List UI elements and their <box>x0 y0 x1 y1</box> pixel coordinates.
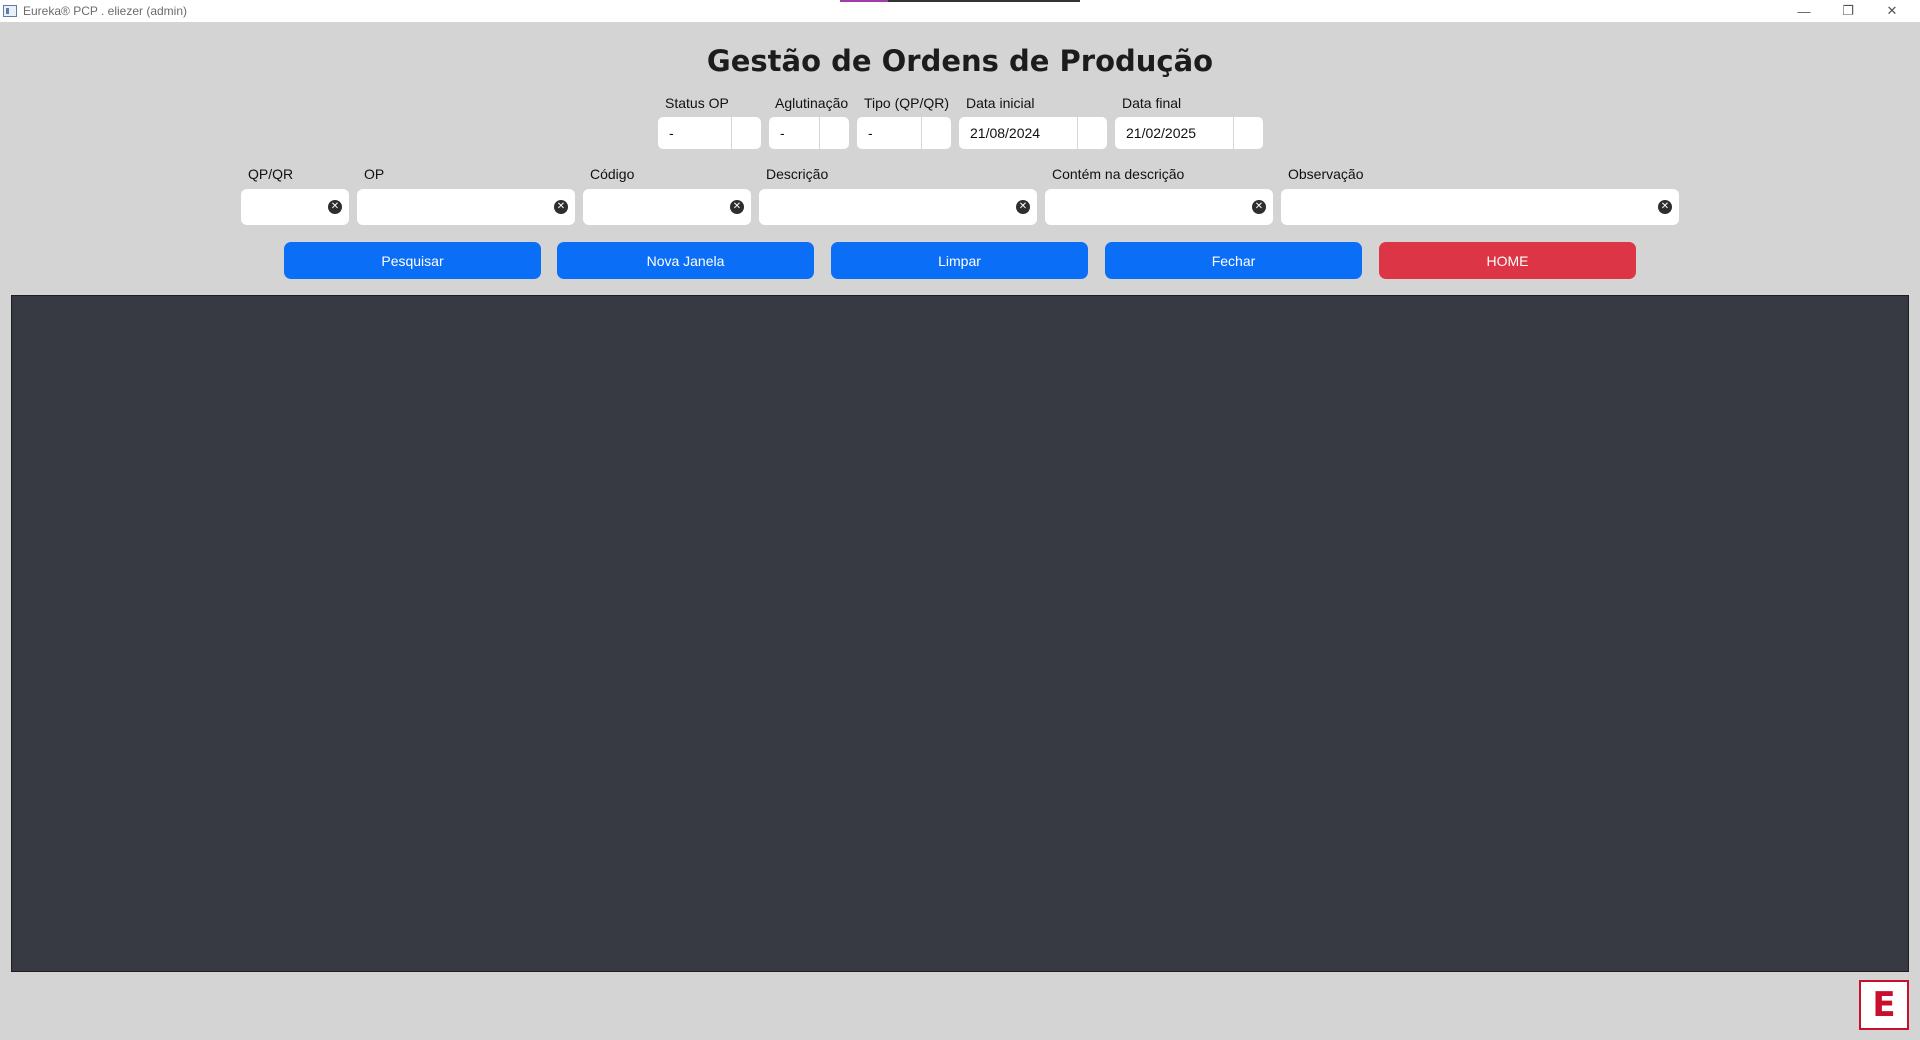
home-button[interactable]: HOME <box>1379 242 1636 279</box>
codigo-input[interactable]: ✕ <box>583 189 751 225</box>
codigo-label: Código <box>590 166 635 182</box>
status-op-dropdown-button[interactable] <box>731 117 761 149</box>
contem-descricao-label: Contém na descrição <box>1052 166 1185 182</box>
tipo-select[interactable]: - <box>857 117 951 149</box>
page-title: Gestão de Ordens de Produção <box>706 44 1214 78</box>
data-final-calendar-button[interactable] <box>1233 117 1263 149</box>
op-label: OP <box>364 166 385 182</box>
op-clear-icon[interactable]: ✕ <box>554 200 568 214</box>
tipo-dropdown-button[interactable] <box>921 117 951 149</box>
eureka-logo: E <box>1859 980 1909 1030</box>
status-op-select[interactable]: - <box>658 117 761 149</box>
qp-qr-label: QP/QR <box>248 166 294 182</box>
window-titlebar: Eureka® PCP . eliezer (admin) — ❐ ✕ <box>0 0 1920 22</box>
data-final-label: Data final <box>1122 95 1182 111</box>
app-icon <box>3 5 17 17</box>
aglutinacao-select[interactable]: - <box>769 117 849 149</box>
data-final-picker[interactable]: 21/02/2025 <box>1115 117 1263 149</box>
contem-descricao-clear-icon[interactable]: ✕ <box>1252 200 1266 214</box>
descricao-label: Descrição <box>766 166 829 182</box>
pesquisar-button[interactable]: Pesquisar <box>284 242 541 279</box>
close-button[interactable]: ✕ <box>1870 0 1914 22</box>
data-inicial-label: Data inicial <box>966 95 1035 111</box>
data-inicial-calendar-button[interactable] <box>1077 117 1107 149</box>
tipo-label: Tipo (QP/QR) <box>864 95 950 111</box>
qp-qr-clear-icon[interactable]: ✕ <box>328 200 342 214</box>
limpar-button[interactable]: Limpar <box>831 242 1088 279</box>
data-final-value: 21/02/2025 <box>1126 125 1197 141</box>
status-op-value: - <box>669 125 674 141</box>
window-title: Eureka® PCP . eliezer (admin) <box>23 4 188 18</box>
tipo-value: - <box>868 125 873 141</box>
restore-button[interactable]: ❐ <box>1826 0 1870 22</box>
op-input[interactable]: ✕ <box>357 189 575 225</box>
data-inicial-value: 21/08/2024 <box>970 125 1041 141</box>
results-table[interactable] <box>11 295 1909 972</box>
aglutinacao-label: Aglutinação <box>775 95 849 111</box>
descricao-input[interactable]: ✕ <box>759 189 1037 225</box>
descricao-clear-icon[interactable]: ✕ <box>1016 200 1030 214</box>
qp-qr-input[interactable]: ✕ <box>241 189 349 225</box>
contem-descricao-input[interactable]: ✕ <box>1045 189 1273 225</box>
observacao-clear-icon[interactable]: ✕ <box>1658 200 1672 214</box>
data-inicial-picker[interactable]: 21/08/2024 <box>959 117 1107 149</box>
observacao-label: Observação <box>1288 166 1364 182</box>
aglutinacao-dropdown-button[interactable] <box>819 117 849 149</box>
titlebar-accent <box>840 0 1080 2</box>
fechar-button[interactable]: Fechar <box>1105 242 1362 279</box>
nova-janela-button[interactable]: Nova Janela <box>557 242 814 279</box>
codigo-clear-icon[interactable]: ✕ <box>730 200 744 214</box>
aglutinacao-value: - <box>780 125 785 141</box>
minimize-button[interactable]: — <box>1782 0 1826 22</box>
observacao-input[interactable]: ✕ <box>1281 189 1679 225</box>
status-op-label: Status OP <box>665 95 729 111</box>
